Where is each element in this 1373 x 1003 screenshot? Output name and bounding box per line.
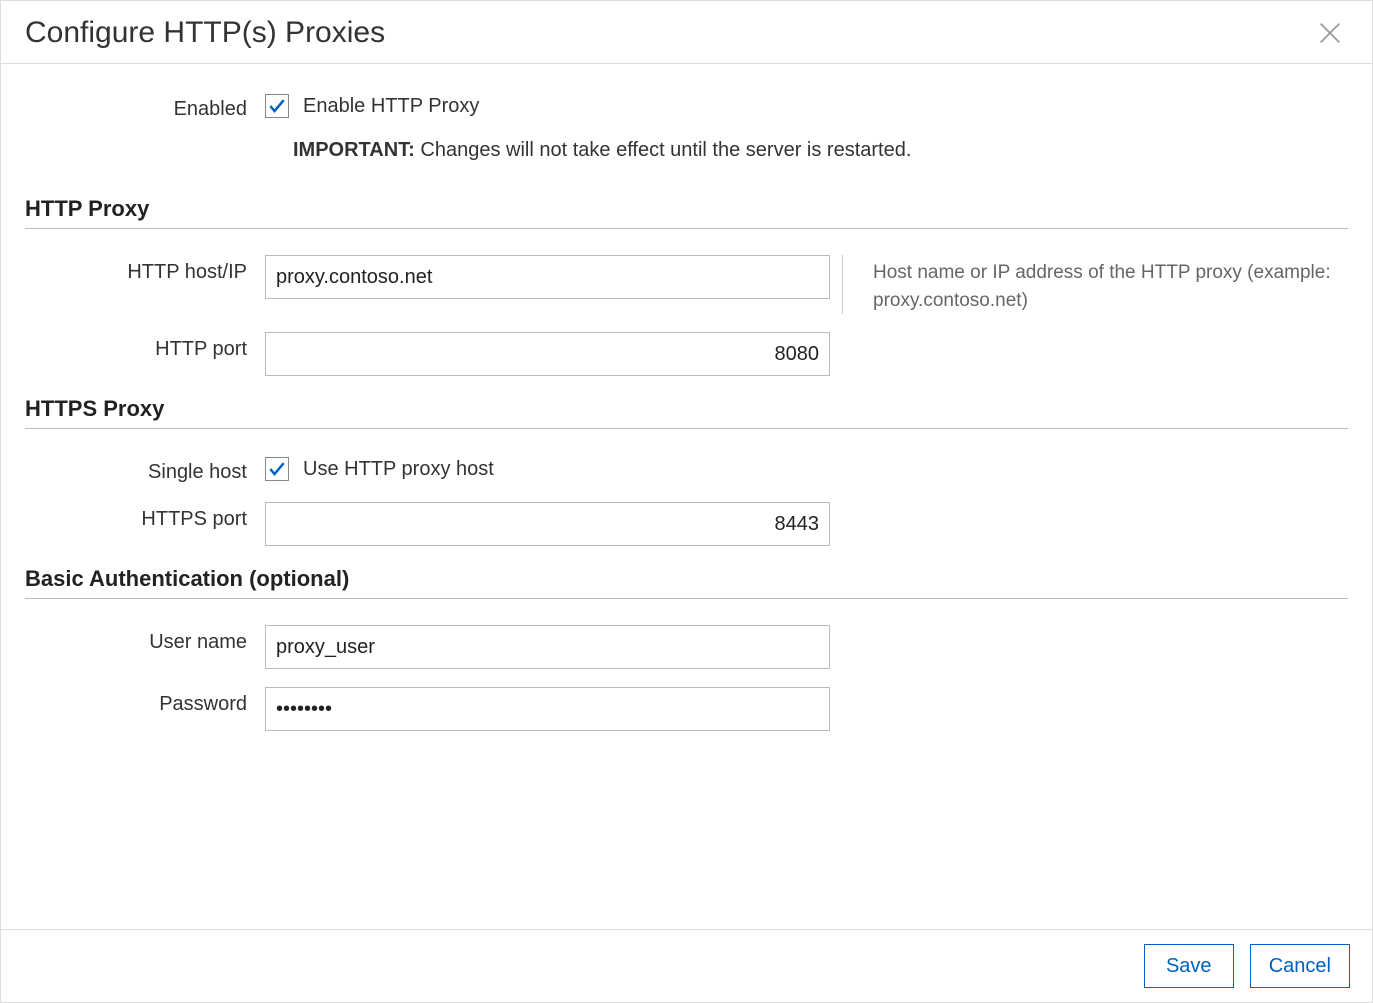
single-host-checkbox[interactable] [265, 457, 289, 481]
http-host-row: HTTP host/IP Host name or IP address of … [25, 255, 1348, 314]
enable-proxy-checkbox[interactable] [265, 94, 289, 118]
single-host-label: Single host [25, 455, 265, 484]
https-proxy-heading: HTTPS Proxy [25, 396, 1348, 422]
http-port-row: HTTP port [25, 332, 1348, 376]
close-icon [1316, 19, 1344, 47]
dialog-body: Enabled Enable HTTP Proxy IMPORTANT: Cha… [1, 64, 1372, 929]
close-button[interactable] [1312, 15, 1348, 51]
configure-proxies-dialog: Configure HTTP(s) Proxies Enabled Enable… [0, 0, 1373, 1003]
dialog-header: Configure HTTP(s) Proxies [1, 1, 1372, 64]
https-port-input[interactable] [265, 502, 830, 546]
important-note: IMPORTANT: Changes will not take effect … [265, 139, 911, 162]
password-label: Password [25, 687, 265, 716]
dialog-footer: Save Cancel [1, 929, 1372, 1002]
important-message: Changes will not take effect until the s… [415, 139, 912, 161]
http-host-label: HTTP host/IP [25, 255, 265, 284]
https-port-row: HTTPS port [25, 502, 1348, 546]
enable-proxy-checkbox-label: Enable HTTP Proxy [303, 95, 479, 118]
basic-auth-divider [25, 598, 1348, 599]
http-proxy-heading: HTTP Proxy [25, 196, 1348, 222]
http-proxy-divider [25, 228, 1348, 229]
http-port-label: HTTP port [25, 332, 265, 361]
username-row: User name [25, 625, 1348, 669]
enable-proxy-checkbox-wrap: Enable HTTP Proxy [265, 92, 830, 118]
important-note-row: IMPORTANT: Changes will not take effect … [25, 139, 1348, 162]
save-button[interactable]: Save [1144, 944, 1234, 988]
http-host-help: Host name or IP address of the HTTP prox… [842, 255, 1348, 314]
cancel-button[interactable]: Cancel [1250, 944, 1350, 988]
enabled-row: Enabled Enable HTTP Proxy [25, 92, 1348, 121]
single-host-checkbox-label: Use HTTP proxy host [303, 458, 494, 481]
check-icon [267, 459, 287, 479]
username-input[interactable] [265, 625, 830, 669]
http-port-input[interactable] [265, 332, 830, 376]
https-proxy-divider [25, 428, 1348, 429]
password-row: Password [25, 687, 1348, 731]
http-host-input[interactable] [265, 255, 830, 299]
basic-auth-heading: Basic Authentication (optional) [25, 566, 1348, 592]
single-host-checkbox-wrap: Use HTTP proxy host [265, 455, 830, 481]
username-label: User name [25, 625, 265, 654]
enabled-label: Enabled [25, 92, 265, 121]
check-icon [267, 96, 287, 116]
password-input[interactable] [265, 687, 830, 731]
dialog-title: Configure HTTP(s) Proxies [25, 16, 385, 50]
single-host-row: Single host Use HTTP proxy host [25, 455, 1348, 484]
important-prefix: IMPORTANT: [293, 139, 415, 161]
https-port-label: HTTPS port [25, 502, 265, 531]
